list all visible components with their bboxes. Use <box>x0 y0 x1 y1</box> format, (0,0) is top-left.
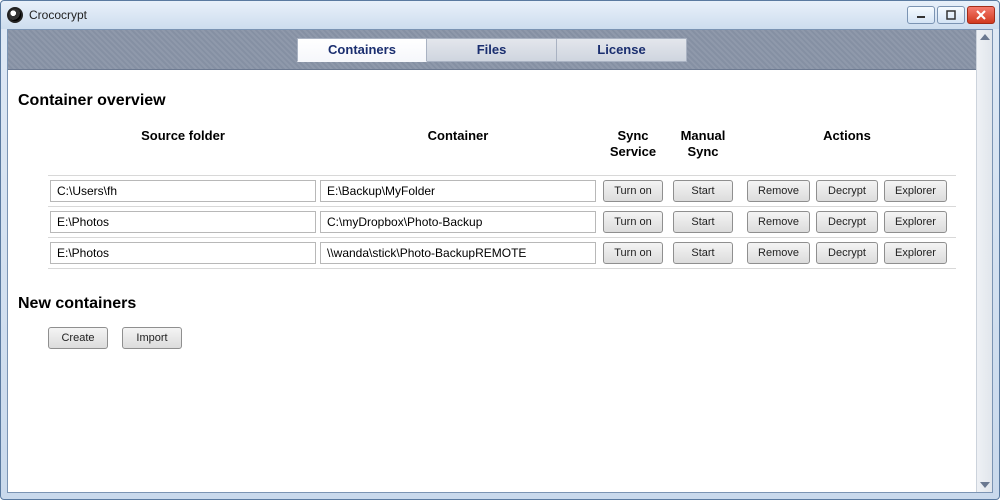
close-button[interactable] <box>967 6 995 24</box>
new-containers-heading: New containers <box>18 295 966 313</box>
titlebar[interactable]: Crococrypt <box>1 1 999 29</box>
remove-button[interactable]: Remove <box>747 211 810 233</box>
tab-containers[interactable]: Containers <box>297 38 427 62</box>
remove-button[interactable]: Remove <box>747 242 810 264</box>
decrypt-button[interactable]: Decrypt <box>816 180 878 202</box>
nav-strip: Containers Files License <box>8 30 976 70</box>
import-button[interactable]: Import <box>122 327 182 349</box>
remove-button[interactable]: Remove <box>747 180 810 202</box>
tab-license[interactable]: License <box>557 38 687 62</box>
col-source: Source folder <box>48 124 318 175</box>
start-button[interactable]: Start <box>673 242 733 264</box>
app-icon <box>7 7 23 23</box>
content-panel: Container overview Source folder Contain… <box>8 70 976 492</box>
table-row: Turn on Start Remove Decrypt Explorer <box>48 206 956 237</box>
source-path-input[interactable] <box>50 242 316 264</box>
start-button[interactable]: Start <box>673 180 733 202</box>
col-manual-sync: Manual Sync <box>668 124 738 175</box>
decrypt-button[interactable]: Decrypt <box>816 242 878 264</box>
container-path-input[interactable] <box>320 211 596 233</box>
client-area: Containers Files License Container overv… <box>7 29 993 493</box>
turn-on-button[interactable]: Turn on <box>603 211 663 233</box>
explorer-button[interactable]: Explorer <box>884 180 947 202</box>
client-inner: Containers Files License Container overv… <box>8 30 976 492</box>
app-window: Crococrypt Containers Files License <box>0 0 1000 500</box>
start-button[interactable]: Start <box>673 211 733 233</box>
table-row: Turn on Start Remove Decrypt Explorer <box>48 237 956 268</box>
turn-on-button[interactable]: Turn on <box>603 180 663 202</box>
container-path-input[interactable] <box>320 242 596 264</box>
vertical-scrollbar[interactable] <box>976 30 992 492</box>
source-path-input[interactable] <box>50 180 316 202</box>
decrypt-button[interactable]: Decrypt <box>816 211 878 233</box>
col-actions: Actions <box>738 124 956 175</box>
containers-table: Source folder Container Sync Service Man… <box>48 124 956 269</box>
minimize-button[interactable] <box>907 6 935 24</box>
explorer-button[interactable]: Explorer <box>884 211 947 233</box>
nav-tabs: Containers Files License <box>297 38 687 62</box>
source-path-input[interactable] <box>50 211 316 233</box>
tab-files[interactable]: Files <box>427 38 557 62</box>
col-container: Container <box>318 124 598 175</box>
window-title: Crococrypt <box>29 8 907 22</box>
col-sync-service: Sync Service <box>598 124 668 175</box>
table-row: Turn on Start Remove Decrypt Explorer <box>48 175 956 206</box>
container-path-input[interactable] <box>320 180 596 202</box>
window-controls <box>907 6 995 24</box>
maximize-button[interactable] <box>937 6 965 24</box>
overview-heading: Container overview <box>18 92 966 110</box>
turn-on-button[interactable]: Turn on <box>603 242 663 264</box>
new-containers-actions: Create Import <box>48 327 966 349</box>
explorer-button[interactable]: Explorer <box>884 242 947 264</box>
create-button[interactable]: Create <box>48 327 108 349</box>
